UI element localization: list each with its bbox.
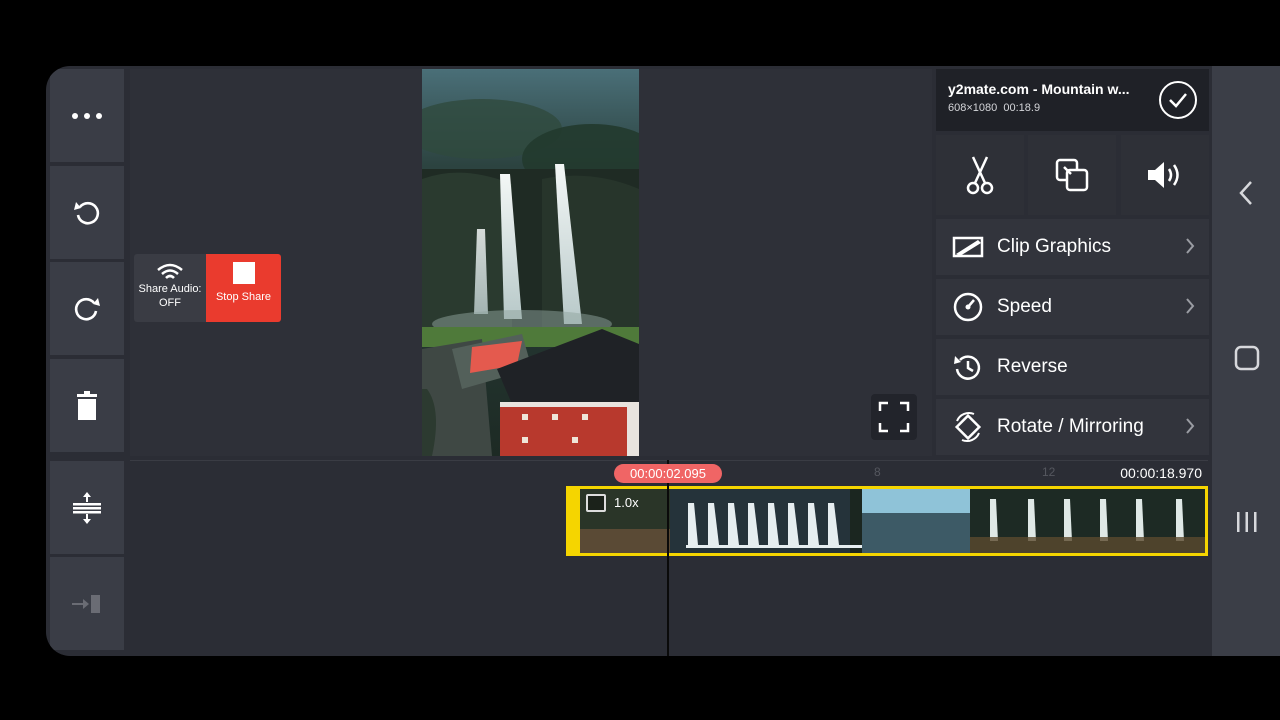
clip-duration: 00:18.9 <box>1003 102 1041 114</box>
chevron-right-icon <box>1186 238 1195 254</box>
insert-button[interactable] <box>50 557 124 650</box>
timeline-adjust-icon <box>73 491 101 524</box>
video-preview[interactable] <box>422 69 639 456</box>
fullscreen-button[interactable] <box>871 394 917 440</box>
timeline-adjust-button[interactable] <box>50 461 124 554</box>
clip-header: y2mate.com - Mountain w... 608×1080 00:1… <box>936 69 1209 131</box>
stop-icon <box>232 262 255 284</box>
layer-icon <box>1055 158 1089 192</box>
back-chevron-icon[interactable] <box>1238 180 1254 206</box>
playhead[interactable] <box>667 460 669 656</box>
clip-dimensions: 608×1080 <box>948 102 998 114</box>
chevron-right-icon <box>1186 418 1195 434</box>
fullscreen-icon <box>878 401 910 433</box>
timeline-tick: 12 <box>1042 465 1056 479</box>
menu-clip-graphics-label: Clip Graphics <box>997 236 1112 257</box>
stop-share-label: Stop Share <box>215 291 272 303</box>
timeline-tick: 8 <box>874 465 881 479</box>
end-time: 00:00:18.970 <box>1120 465 1202 481</box>
home-icon[interactable] <box>1234 345 1260 371</box>
undo-icon <box>74 201 100 224</box>
undo-button[interactable] <box>50 166 124 259</box>
chevron-right-icon <box>1186 298 1195 314</box>
menu-clip-graphics[interactable]: Clip Graphics <box>936 219 1209 275</box>
delete-button[interactable] <box>50 359 124 452</box>
menu-rotate-mirroring-label: Rotate / Mirroring <box>997 416 1144 437</box>
menu-reverse-label: Reverse <box>997 356 1068 377</box>
trash-icon <box>77 390 97 420</box>
more-icon <box>72 112 102 119</box>
check-icon <box>1169 93 1187 108</box>
video-clip-strip[interactable]: 1.0x <box>566 486 1208 556</box>
volume-icon <box>1148 162 1179 188</box>
wifi-icon <box>157 263 183 279</box>
speed-icon <box>953 292 983 322</box>
share-audio-state: OFF <box>159 297 181 309</box>
clip-options-panel: y2mate.com - Mountain w... 608×1080 00:1… <box>936 69 1209 456</box>
layer-button[interactable] <box>1028 135 1116 215</box>
share-audio-button[interactable]: Share Audio: OFF <box>134 254 206 322</box>
system-nav-bar <box>1212 66 1280 656</box>
stop-share-button[interactable]: Stop Share <box>206 254 281 322</box>
menu-rotate-mirroring[interactable]: Rotate / Mirroring <box>936 399 1209 455</box>
timeline-ruler <box>130 460 1208 461</box>
menu-speed-label: Speed <box>997 296 1052 317</box>
share-audio-label: Share Audio: <box>138 283 202 295</box>
share-widget: Share Audio: OFF Stop Share <box>134 254 281 322</box>
done-button[interactable] <box>1159 81 1197 119</box>
rotate-icon <box>954 412 982 442</box>
clip-speed-label: 1.0x <box>614 495 639 510</box>
clip-thumbnails <box>580 489 1205 553</box>
playhead-time: 00:00:02.095 <box>614 464 722 483</box>
redo-icon <box>74 297 100 320</box>
volume-button[interactable] <box>1121 135 1209 215</box>
redo-button[interactable] <box>50 262 124 355</box>
more-button[interactable] <box>50 69 124 162</box>
recent-apps-icon[interactable] <box>1234 510 1260 534</box>
menu-reverse[interactable]: Reverse <box>936 339 1209 395</box>
menu-speed[interactable]: Speed <box>936 279 1209 335</box>
app-window: Share Audio: OFF Stop Share y2mate.com -… <box>46 66 1280 656</box>
clip-type-icon <box>586 494 606 512</box>
reverse-icon <box>954 355 981 380</box>
scissors-icon <box>966 156 994 195</box>
trim-button[interactable] <box>936 135 1024 215</box>
timeline[interactable]: 8 12 00:00:18.970 1.0x 00:00:02.095 <box>130 460 1208 656</box>
waterfall-scene <box>422 69 639 456</box>
insert-icon <box>72 594 100 613</box>
clip-graphics-icon <box>952 236 984 258</box>
